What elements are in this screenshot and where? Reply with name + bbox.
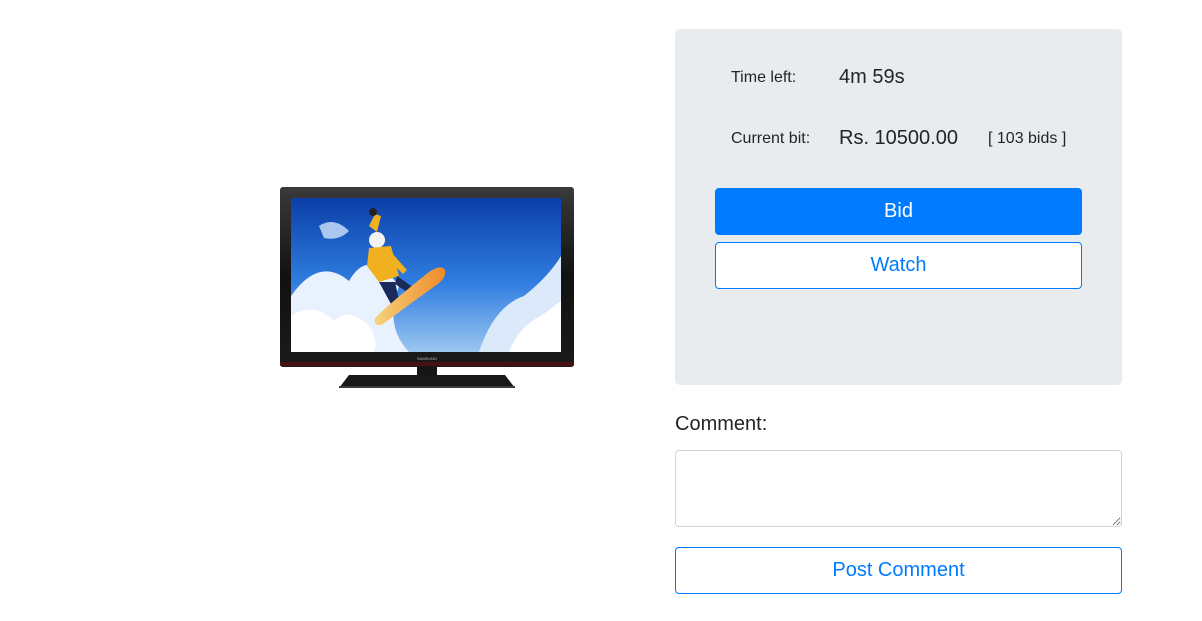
time-left-value: 4m 59s xyxy=(839,66,905,88)
auction-panel: Time left: 4m 59s Current bit: Rs. 10500… xyxy=(675,29,1122,385)
product-image: SAMSUNG xyxy=(279,186,575,390)
auction-page: SAMSUNG Time left: 4m 59s Current bit: R… xyxy=(0,0,1202,621)
television-image: SAMSUNG xyxy=(280,187,574,388)
bids-count: [ 103 bids ] xyxy=(988,130,1067,147)
brand-mark: SAMSUNG xyxy=(417,356,437,361)
watch-button[interactable]: Watch xyxy=(715,242,1082,289)
current-bid-value: Rs. 10500.00 xyxy=(839,127,958,149)
comment-textarea[interactable] xyxy=(675,450,1122,527)
post-comment-button[interactable]: Post Comment xyxy=(675,547,1122,594)
comment-label: Comment: xyxy=(675,413,768,435)
current-bid-label: Current bit: xyxy=(731,130,811,147)
time-left-label: Time left: xyxy=(731,69,797,86)
bid-button[interactable]: Bid xyxy=(715,188,1082,235)
